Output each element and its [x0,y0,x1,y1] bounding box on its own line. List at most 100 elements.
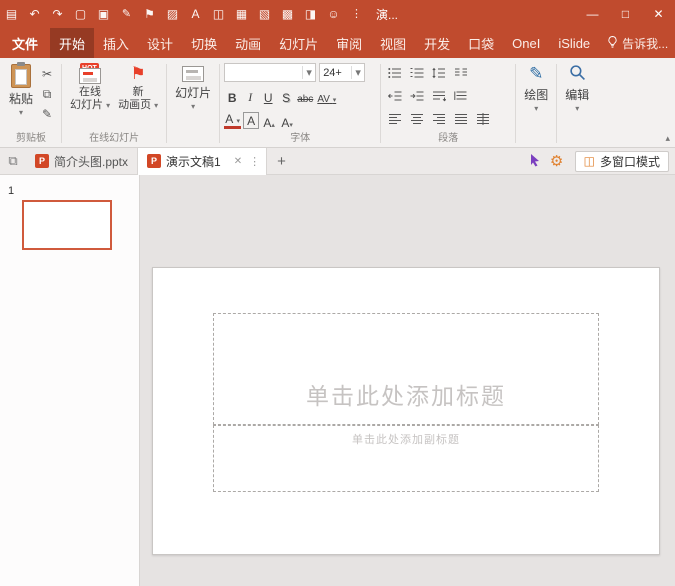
format-painter-button[interactable]: ✎ [37,104,57,124]
minimize-button[interactable]: — [576,0,609,28]
tab-home[interactable]: 开始 [50,28,94,58]
copy-button[interactable]: ⧉ [37,84,57,104]
lightbulb-icon [607,35,618,52]
new-animation-page-button[interactable]: ⚑ 新动画页 ▾ [114,60,162,112]
online-slides-button[interactable]: HOT 在线幻灯片 ▾ [66,60,114,112]
new-slide-button[interactable]: 幻灯片 ▾ [171,60,215,111]
align-center-button[interactable] [407,110,427,128]
layout-icon[interactable]: ▩ [276,0,299,28]
dropdown-arrow-icon: ▾ [575,105,579,113]
draw-button[interactable]: ✎ 绘图 ▾ [520,60,552,113]
tab-review[interactable]: 审阅 [327,28,371,58]
shape-icon[interactable]: ◫ [207,0,230,28]
tab-view[interactable]: 视图 [371,28,415,58]
underline-button[interactable]: U [260,86,276,105]
doc-tab-current[interactable]: P 演示文稿1 ✕ ⋮ [137,148,267,175]
character-spacing-button[interactable]: AV ▾ [316,86,337,105]
numbering-icon [410,67,424,79]
tab-menu-icon[interactable]: ⋮ [249,155,260,168]
tab-animation[interactable]: 动画 [226,28,270,58]
pointer-tool-icon[interactable] [525,153,545,170]
font-size-select[interactable]: 24+ ▾ [319,63,365,82]
tab-developer[interactable]: 开发 [415,28,459,58]
collapse-ribbon-button[interactable]: ▴ [665,133,670,144]
numbering-button[interactable] [407,64,427,82]
columns-icon [454,67,468,79]
tab-islide[interactable]: iSlide [549,28,599,58]
account-icon[interactable]: ☺ [322,0,345,28]
doc-tab-intro[interactable]: P 简介头图.pptx [26,148,137,175]
window-title: 演... [376,6,398,23]
picture-icon[interactable]: ◨ [299,0,322,28]
undo-icon[interactable]: ↶ [23,0,46,28]
outdent-icon [388,90,402,102]
font-color-button[interactable]: A ▾ [224,112,241,129]
flag-icon[interactable]: ⚑ [138,0,161,28]
group-divider [556,64,557,143]
tab-transitions[interactable]: 切换 [182,28,226,58]
dropdown-arrow-icon: ▾ [534,105,538,113]
cut-button[interactable]: ✂ [37,64,57,84]
multi-window-label: 多窗口模式 [600,153,660,170]
edit-button[interactable]: 编辑 ▾ [561,60,593,113]
tab-design[interactable]: 设计 [138,28,182,58]
tellme-box[interactable]: 告诉我... [599,28,675,58]
table-icon[interactable]: ▦ [230,0,253,28]
subtitle-placeholder[interactable]: 单击此处添加副标题 [213,425,599,492]
outdent-button[interactable] [385,87,405,105]
distribute-button[interactable] [473,110,493,128]
title-placeholder[interactable]: 单击此处添加标题 [213,313,599,425]
bullets-icon [388,67,402,79]
text-direction-button[interactable] [429,87,449,105]
save-icon[interactable]: ▤ [0,0,23,28]
multi-window-button[interactable]: ◫ 多窗口模式 [575,151,669,172]
italic-button[interactable]: I [242,86,258,105]
close-tab-icon[interactable]: ✕ [234,156,242,167]
bold-button[interactable]: B [224,86,240,105]
text-shadow-button[interactable]: S [278,86,294,105]
tab-file[interactable]: 文件 [0,28,50,58]
slide-number: 1 [8,185,139,197]
tab-onekey[interactable]: OneI [503,28,549,58]
more-icon[interactable]: ⋮ [345,0,368,28]
align-text-button[interactable] [451,87,471,105]
up-arrow-icon: ▴ [271,122,275,130]
font-name-select[interactable]: ▾ [224,63,316,82]
line-spacing-button[interactable] [429,64,449,82]
clipboard-group-label: 剪贴板 [5,132,57,147]
print-icon[interactable]: ▣ [92,0,115,28]
indent-button[interactable] [407,87,427,105]
doc-tab-label: 简介头图.pptx [54,153,128,170]
paste-button[interactable]: 粘贴 ▾ [5,60,37,117]
increase-font-button[interactable]: A▴ [261,111,277,130]
bullets-button[interactable] [385,64,405,82]
document-tab-bar: ⧉ P 简介头图.pptx P 演示文稿1 ✕ ⋮ + ⚙ ◫ 多窗口模式 [0,148,675,175]
new-tab-button[interactable]: + [267,153,296,170]
tab-pocket[interactable]: 口袋 [459,28,503,58]
text-direction-icon [432,90,446,102]
window-switch-icon[interactable]: ⧉ [0,153,26,169]
slide-editor[interactable]: 单击此处添加标题 单击此处添加副标题 [152,267,660,555]
editing-group: 编辑 ▾ [558,60,596,147]
fill-color-icon[interactable]: ▨ [161,0,184,28]
align-right-button[interactable] [429,110,449,128]
tab-slideshow[interactable]: 幻灯片 [270,28,327,58]
align-left-button[interactable] [385,110,405,128]
close-button[interactable]: ✕ [642,0,675,28]
edit-pen-icon[interactable]: ✎ [115,0,138,28]
redo-icon[interactable]: ↷ [46,0,69,28]
settings-gear-icon[interactable]: ⚙ [545,152,569,170]
slide-thumbnail[interactable] [22,200,112,250]
slide-thumbnails-panel[interactable]: 1 [0,175,140,586]
font-group: ▾ 24+ ▾ B I U S abc AV ▾ A ▾ [221,60,379,147]
decrease-font-button[interactable]: A▾ [279,111,295,130]
tab-insert[interactable]: 插入 [94,28,138,58]
chart-icon[interactable]: ▧ [253,0,276,28]
font-color-icon[interactable]: A [184,0,207,28]
maximize-button[interactable]: □ [609,0,642,28]
justify-button[interactable] [451,110,471,128]
character-border-button[interactable]: A [243,112,259,129]
strikethrough-button[interactable]: abc [296,86,314,105]
new-doc-icon[interactable]: ▢ [69,0,92,28]
columns-button[interactable] [451,64,471,82]
